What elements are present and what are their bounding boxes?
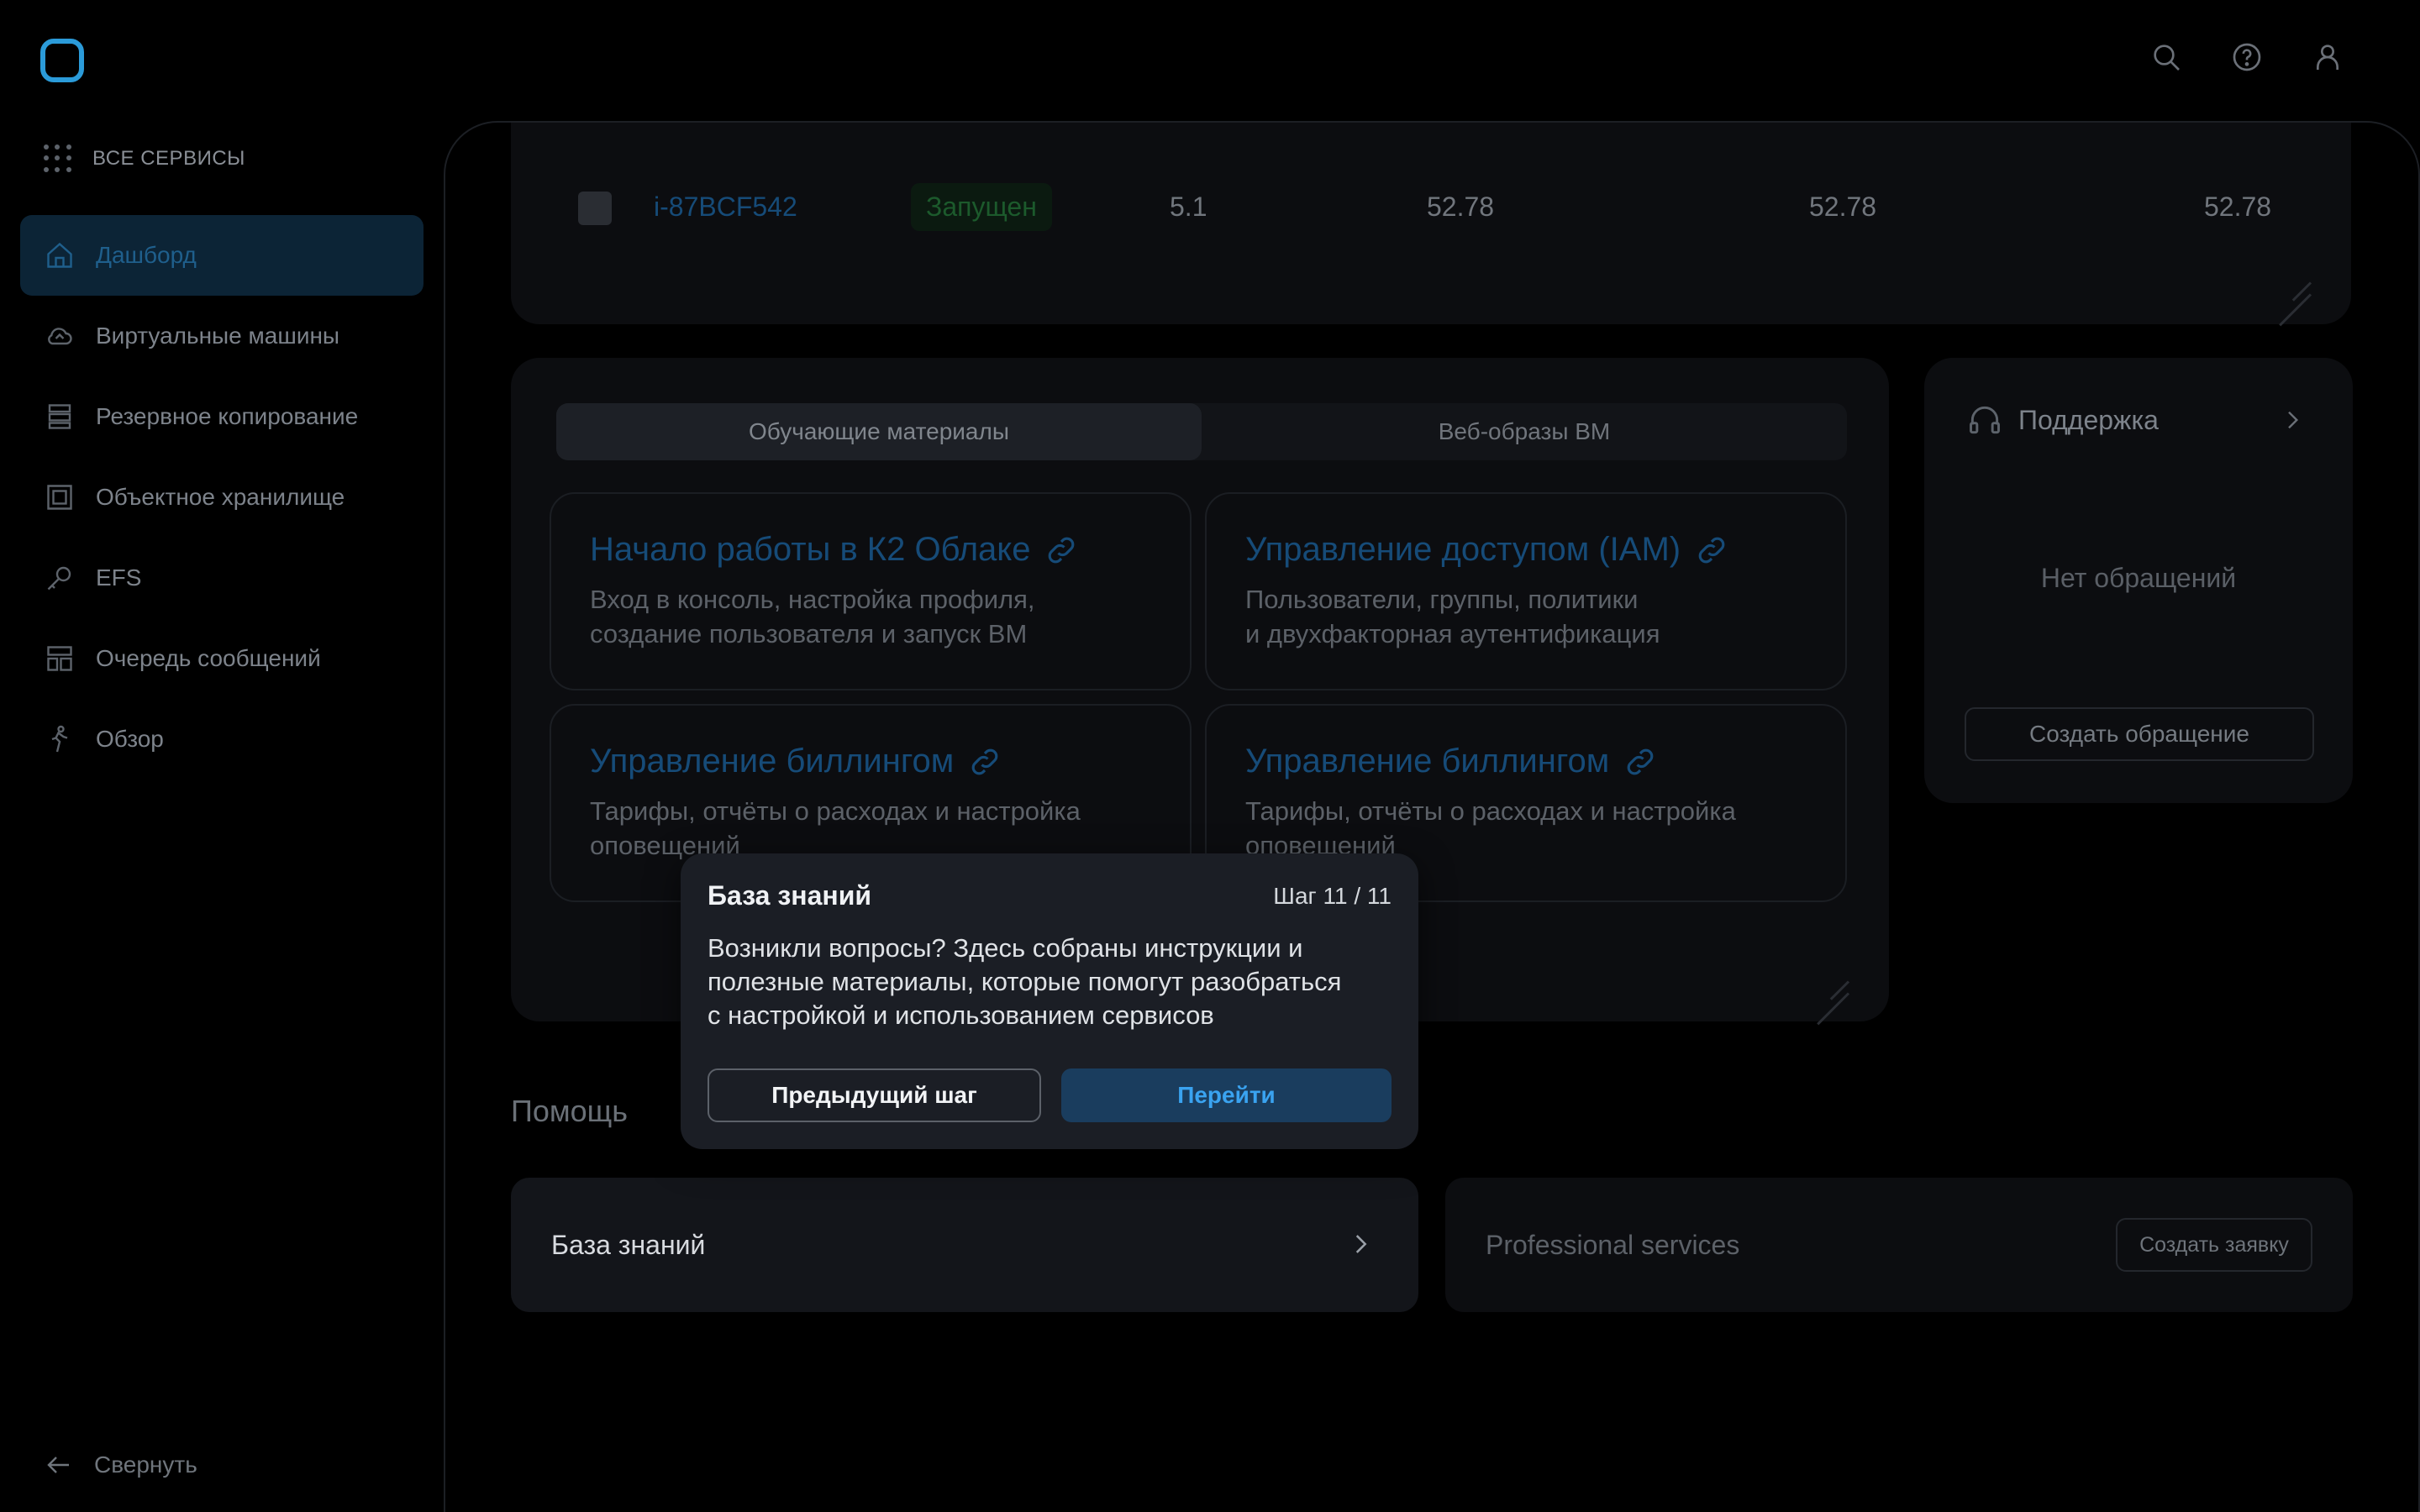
- tour-popover: База знаний Шаг 11 / 11 Возникли вопросы…: [681, 853, 1418, 1149]
- sidebar-item-label: Очередь сообщений: [96, 645, 321, 671]
- support-card: Поддержка Нет обращений Создать обращени…: [1924, 358, 2353, 803]
- learning-link-card[interactable]: Управление доступом (IAM) Пользователи, …: [1205, 492, 1847, 690]
- tour-step-counter: Шаг 11 / 11: [1273, 882, 1392, 909]
- cloud-icon: [44, 320, 76, 352]
- row-checkbox[interactable]: [578, 192, 612, 225]
- home-icon: [44, 239, 76, 271]
- user-icon[interactable]: [2309, 39, 2346, 76]
- learning-link-title[interactable]: Управление биллингом: [590, 743, 1151, 780]
- table-cell: 5.1: [1170, 192, 1207, 222]
- app-logo[interactable]: [40, 39, 84, 82]
- all-services-label: ВСЕ СЕРВИСЫ: [92, 147, 245, 170]
- learning-link-title[interactable]: Начало работы в К2 Облаке: [590, 531, 1151, 569]
- efs-icon: [44, 562, 76, 594]
- backup-icon: [44, 401, 76, 433]
- learning-link-description: Тарифы, отчёты о расходах и настройка опо…: [1245, 796, 1736, 860]
- headset-icon: [1970, 406, 2000, 434]
- tour-description: Возникли вопросы? Здесь собраны инструкц…: [708, 933, 1342, 1030]
- sidebar-item-label: Обзор: [96, 726, 164, 752]
- collapse-sidebar-button[interactable]: Свернуть: [44, 1450, 197, 1480]
- link-icon: [1627, 748, 1654, 774]
- knowledge-base-label: База знаний: [551, 1230, 706, 1260]
- sidebar-item-backup[interactable]: Резервное копирование: [20, 376, 424, 457]
- collapse-label: Свернуть: [94, 1452, 197, 1478]
- sidebar-item-dashboard[interactable]: Дашборд: [20, 215, 424, 296]
- tour-title: База знаний: [708, 880, 872, 911]
- support-empty-text: Нет обращений: [2040, 563, 2237, 593]
- learning-link-title[interactable]: Управление доступом (IAM): [1245, 531, 1807, 569]
- knowledge-base-card[interactable]: База знаний: [511, 1178, 1418, 1312]
- go-button[interactable]: Перейти: [1061, 1068, 1392, 1122]
- learning-link-description: Тарифы, отчёты о расходах и настройка опо…: [590, 796, 1081, 860]
- sidebar-item-object-storage[interactable]: Объектное хранилище: [20, 457, 424, 538]
- learning-link-title[interactable]: Управление биллингом: [1245, 743, 1807, 780]
- create-request-button[interactable]: Создать заявку: [2116, 1218, 2312, 1272]
- create-ticket-button[interactable]: Создать обращение: [1965, 707, 2314, 761]
- table-cell: 52.78: [1809, 192, 1877, 222]
- support-header[interactable]: Поддержка: [1966, 402, 2159, 438]
- tab-learning-materials[interactable]: Обучающие материалы: [556, 403, 1202, 460]
- table-row[interactable]: i-87BCF542 Запущен 5.1 52.78 52.78 52.78: [511, 183, 2351, 234]
- learning-link-card[interactable]: Начало работы в К2 Облаке Вход в консоль…: [550, 492, 1192, 690]
- search-icon[interactable]: [2148, 39, 2185, 76]
- chevron-right-icon[interactable]: [2279, 407, 2306, 433]
- tab-vm-images[interactable]: Веб-образы ВМ: [1202, 403, 1847, 460]
- support-title: Поддержка: [2018, 404, 2159, 435]
- resize-handle[interactable]: [1815, 963, 1849, 996]
- professional-services-label: Professional services: [1486, 1230, 1740, 1260]
- storage-icon: [44, 481, 76, 513]
- help-icon[interactable]: [2228, 39, 2265, 76]
- sidebar-item-label: EFS: [96, 564, 142, 591]
- learning-tabs: Обучающие материалы Веб-образы ВМ: [556, 403, 1847, 460]
- sidebar-item-overview[interactable]: Обзор: [20, 699, 424, 780]
- learning-link-description: Пользователи, группы, политики и двухфакт…: [1245, 585, 1660, 648]
- queue-icon: [44, 643, 76, 675]
- resize-handle[interactable]: [2277, 264, 2311, 297]
- top-toolbar: [2148, 39, 2346, 76]
- table-cell: 52.78: [1427, 192, 1495, 222]
- sidebar-item-virtual-machines[interactable]: Виртуальные машины: [20, 296, 424, 376]
- sidebar: ВСЕ СЕРВИСЫ Дашборд Виртуальные машины Р…: [0, 126, 445, 1512]
- vm-table-card: i-87BCF542 Запущен 5.1 52.78 52.78 52.78: [511, 123, 2351, 324]
- learning-link-description: Вход в консоль, настройка профиля, создан…: [590, 585, 1035, 648]
- vm-id-link[interactable]: i-87BCF542: [654, 192, 797, 223]
- sidebar-item-efs[interactable]: EFS: [20, 538, 424, 618]
- sidebar-item-label: Резервное копирование: [96, 403, 359, 429]
- sidebar-nav: Дашборд Виртуальные машины Резервное коп…: [20, 215, 424, 780]
- tour-icon: [44, 723, 76, 755]
- link-icon: [1049, 537, 1075, 563]
- chevron-right-icon: [1355, 1235, 1367, 1253]
- previous-step-button[interactable]: Предыдущий шаг: [708, 1068, 1041, 1122]
- sidebar-item-label: Виртуальные машины: [96, 323, 340, 349]
- link-icon: [971, 748, 998, 774]
- table-cell: 52.78: [2204, 192, 2272, 222]
- all-services-button[interactable]: ВСЕ СЕРВИСЫ: [44, 144, 245, 173]
- arrow-left-icon: [47, 1457, 69, 1473]
- link-icon: [1698, 537, 1725, 563]
- sidebar-item-label: Объектное хранилище: [96, 484, 345, 510]
- sidebar-item-message-queue[interactable]: Очередь сообщений: [20, 618, 424, 699]
- status-badge: Запущен: [911, 183, 1052, 231]
- main-content: i-87BCF542 Запущен 5.1 52.78 52.78 52.78…: [444, 121, 2420, 1512]
- professional-services-card: Professional services Создать заявку: [1445, 1178, 2353, 1312]
- help-section-title: Помощь: [511, 1094, 629, 1128]
- sidebar-item-label: Дашборд: [96, 242, 197, 268]
- grid-icon: [44, 144, 72, 173]
